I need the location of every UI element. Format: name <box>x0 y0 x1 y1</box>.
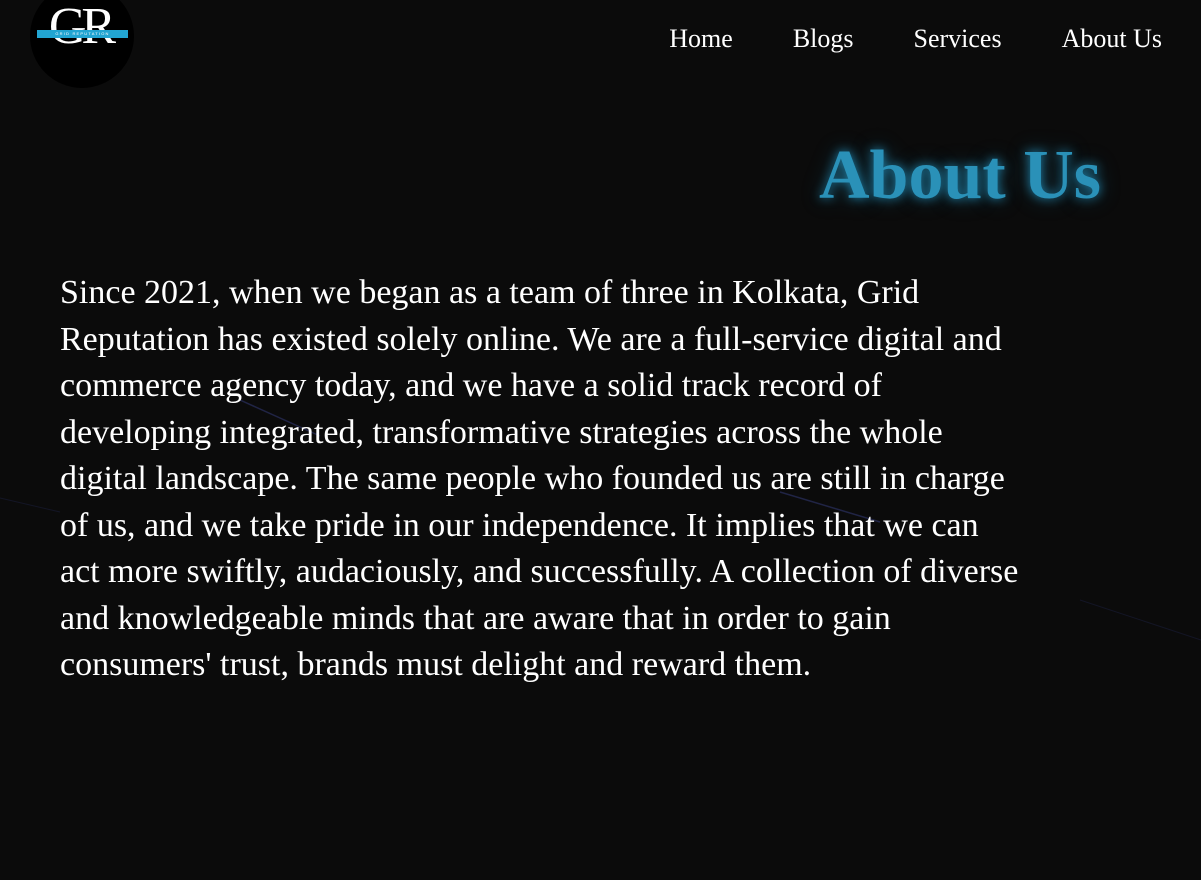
about-paragraph: Since 2021, when we began as a team of t… <box>60 274 1019 683</box>
nav-link-about-us[interactable]: About Us <box>1062 24 1162 54</box>
logo-letters: GR <box>48 0 116 55</box>
nav-link-services[interactable]: Services <box>914 24 1002 54</box>
logo[interactable]: GR GRID REPUTATION <box>30 0 134 88</box>
main-nav: Home Blogs Services About Us <box>669 24 1162 54</box>
background-streak <box>0 497 61 513</box>
nav-link-home[interactable]: Home <box>669 24 733 54</box>
nav-link-blogs[interactable]: Blogs <box>793 24 854 54</box>
background-streak <box>1079 599 1201 641</box>
page-title: About Us <box>818 137 1102 214</box>
logo-tagline: GRID REPUTATION <box>55 31 110 36</box>
